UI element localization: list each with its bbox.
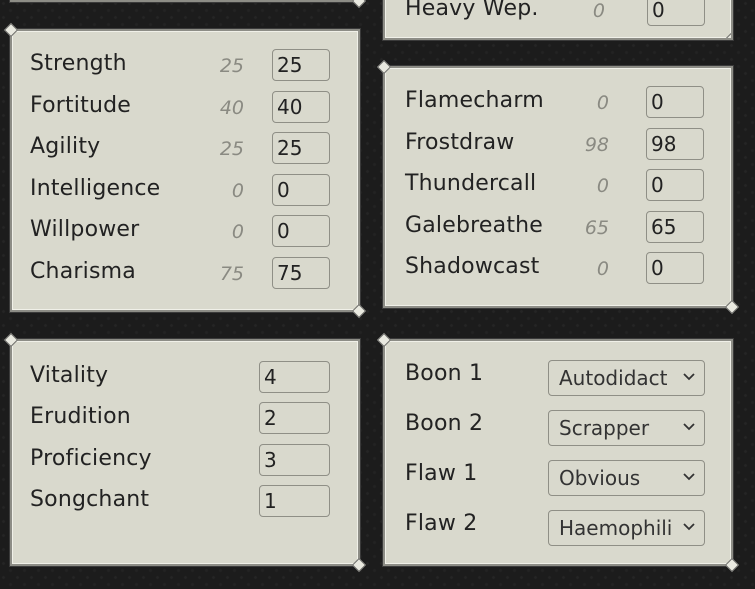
attribute-input[interactable]: 25 [272,49,330,81]
attribute-label: Willpower [30,217,140,242]
chevron-down-icon [683,423,695,431]
trait-row-flaw-1: Flaw 1 Obvious [385,455,731,496]
attribute-base: 25 [219,138,244,160]
investment-label: Erudition [30,404,131,429]
attribute-label: Intelligence [30,176,161,201]
element-row-galebreathe: Galebreathe 65 65 [385,207,731,247]
attribute-base: 0 [231,180,244,202]
attribute-base: 25 [219,55,244,77]
element-input[interactable]: 98 [646,128,704,160]
attribute-row-intelligence: Intelligence 0 0 [12,170,358,210]
investment-input[interactable]: 1 [259,485,330,517]
investment-label: Vitality [30,363,109,388]
element-label: Thundercall [405,171,537,196]
element-input[interactable]: 0 [646,169,704,201]
investment-label: Proficiency [30,446,152,471]
element-label: Flamecharm [405,88,544,113]
weapon-label: Heavy Wep. [405,0,539,21]
element-base: 65 [584,217,609,239]
element-base: 0 [596,258,609,280]
chevron-down-icon [683,373,695,381]
attribute-label: Strength [30,51,127,76]
attribute-input[interactable]: 0 [272,215,330,247]
trait-select[interactable]: Obvious [548,460,705,496]
trait-row-flaw-2: Flaw 2 Haemophili [385,505,731,546]
trait-select[interactable]: Scrapper [548,410,705,446]
weapon-base: 0 [592,0,605,22]
element-row-shadowcast: Shadowcast 0 0 [385,248,731,288]
attribute-label: Fortitude [30,93,131,118]
element-row-frostdraw: Frostdraw 98 98 [385,124,731,164]
trait-row-boon-1: Boon 1 Autodidact [385,355,731,396]
element-base: 98 [584,134,609,156]
attribute-label: Charisma [30,259,136,284]
element-base: 0 [596,175,609,197]
attribute-label: Agility [30,134,101,159]
attribute-row-strength: Strength 25 25 [12,45,358,85]
attribute-input[interactable]: 25 [272,132,330,164]
trait-select[interactable]: Haemophili [548,510,705,546]
attribute-row-willpower: Willpower 0 0 [12,211,358,251]
element-label: Shadowcast [405,254,540,279]
element-input[interactable]: 0 [646,86,704,118]
trait-select-value: Scrapper [559,416,650,440]
trait-select-value: Obvious [559,466,641,490]
chevron-down-icon [683,473,695,481]
trait-label: Flaw 1 [405,461,478,486]
weapons-panel-partial: Heavy Wep. 0 0 [383,0,733,40]
element-input[interactable]: 0 [646,252,704,284]
attribute-input[interactable]: 0 [272,174,330,206]
chevron-down-icon [683,523,695,531]
investment-input[interactable]: 3 [259,444,330,476]
weapon-row-heavy: Heavy Wep. 0 0 [385,0,731,30]
attribute-base: 75 [219,263,244,285]
trait-select[interactable]: Autodidact [548,360,705,396]
investment-row-proficiency: Proficiency 3 [12,440,358,480]
trait-select-value: Autodidact [559,366,668,390]
investment-row-songchant: Songchant 1 [12,481,358,521]
top-left-panel-partial [10,0,360,2]
investments-panel: Vitality 4 Erudition 2 Proficiency 3 Son… [10,339,360,566]
investment-row-erudition: Erudition 2 [12,398,358,438]
attribute-input[interactable]: 40 [272,91,330,123]
traits-panel: Boon 1 Autodidact Boon 2 Scrapper Flaw 1… [383,339,733,566]
weapon-input[interactable]: 0 [647,0,705,26]
trait-select-value: Haemophili [559,516,673,540]
attribute-base: 40 [219,97,244,119]
element-base: 0 [596,92,609,114]
element-row-thundercall: Thundercall 0 0 [385,165,731,205]
investment-input[interactable]: 4 [259,361,330,393]
element-label: Galebreathe [405,213,544,238]
element-label: Frostdraw [405,130,515,155]
investment-row-vitality: Vitality 4 [12,357,358,397]
trait-label: Boon 1 [405,361,484,386]
attribute-input[interactable]: 75 [272,257,330,289]
trait-row-boon-2: Boon 2 Scrapper [385,405,731,446]
trait-label: Flaw 2 [405,511,478,536]
attributes-panel: Strength 25 25 Fortitude 40 40 Agility 2… [10,29,360,312]
attribute-row-charisma: Charisma 75 75 [12,253,358,293]
element-input[interactable]: 65 [646,211,704,243]
element-row-flamecharm: Flamecharm 0 0 [385,82,731,122]
trait-label: Boon 2 [405,411,484,436]
investment-label: Songchant [30,487,150,512]
attribute-row-agility: Agility 25 25 [12,128,358,168]
elements-panel: Flamecharm 0 0 Frostdraw 98 98 Thunderca… [383,66,733,308]
attribute-row-fortitude: Fortitude 40 40 [12,87,358,127]
investment-input[interactable]: 2 [259,402,330,434]
attribute-base: 0 [231,221,244,243]
